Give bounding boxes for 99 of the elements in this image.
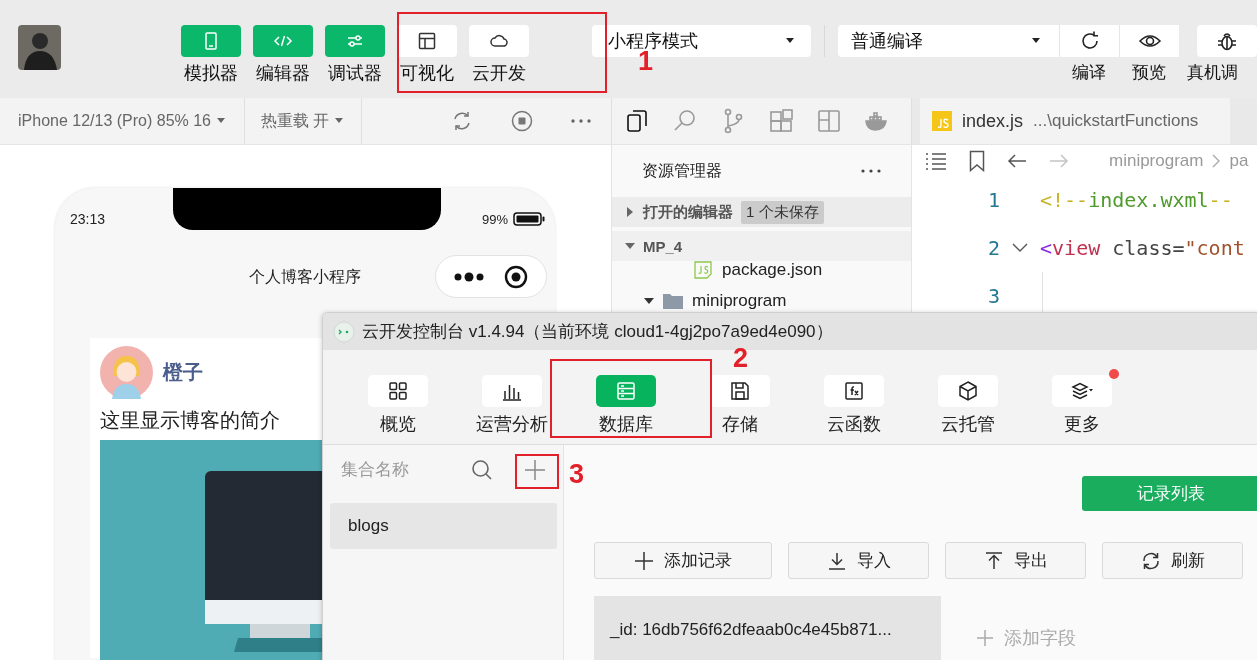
console-tab[interactable]: [710, 375, 770, 407]
toolbar-label: 可视化: [400, 62, 455, 85]
view-toggle-button[interactable]: [325, 25, 386, 57]
code-line: <view class="cont: [1040, 236, 1245, 260]
refresh-icon[interactable]: [451, 110, 473, 132]
console-tab[interactable]: [824, 375, 884, 407]
record-action-button[interactable]: 刷新: [1102, 542, 1243, 579]
upload-icon: [983, 550, 1004, 571]
toolbar-label: 编辑器: [256, 62, 311, 85]
search-icon[interactable]: [471, 459, 493, 481]
layers-icon: [1071, 380, 1093, 402]
fold-chevron-icon[interactable]: [1012, 243, 1028, 253]
bookmark-icon[interactable]: [969, 149, 985, 172]
more-icon[interactable]: [861, 169, 881, 173]
toolbar-label: 调试器: [328, 62, 383, 85]
layout-icon: [417, 31, 438, 51]
js-file-icon: [692, 260, 714, 280]
caret-icon: [334, 118, 345, 124]
device-selector[interactable]: iPhone 12/13 (Pro) 85% 16: [18, 112, 226, 130]
user-avatar[interactable]: [18, 25, 62, 70]
collection-item[interactable]: blogs: [330, 503, 557, 549]
toolbar-button[interactable]: [1197, 25, 1257, 57]
console-tab[interactable]: [1052, 375, 1112, 407]
tab-label: 更多: [1064, 413, 1100, 436]
console-tab[interactable]: [938, 375, 998, 407]
folder-item[interactable]: miniprogram: [692, 291, 787, 311]
function-icon: [843, 380, 865, 402]
caret-icon: [216, 118, 226, 124]
window-title: 云开发控制台 v1.4.94（当前环境 cloud1-4gj2po7a9ed4e090）: [362, 321, 833, 343]
battery-percent: 99%: [481, 211, 508, 227]
js-file-icon: [932, 111, 952, 131]
code-line: <!--index.wxml--: [1040, 188, 1233, 212]
panel-title: 资源管理器: [642, 160, 722, 181]
record-action-button[interactable]: 添加记录: [594, 542, 772, 579]
annotation-box: [515, 454, 559, 489]
tab-label: 云托管: [941, 413, 995, 436]
toolbar-button[interactable]: [1119, 25, 1179, 57]
compile-dropdown[interactable]: 普通编译: [838, 25, 1059, 57]
capsule-menu[interactable]: [435, 255, 547, 298]
refresh-icon: [1140, 550, 1161, 571]
view-toggle-button[interactable]: [181, 25, 242, 57]
section-header[interactable]: MP_4: [612, 231, 911, 261]
grid-icon: [387, 380, 409, 402]
annotation-number: 3: [569, 459, 585, 489]
tab-label: 云函数: [827, 413, 881, 436]
tab-label: 概览: [380, 413, 416, 436]
view-toggle-button[interactable]: [469, 25, 530, 57]
database-icon: [615, 380, 637, 402]
file-item[interactable]: package.json: [722, 260, 823, 280]
blog-intro: 这里显示博客的简介: [100, 408, 281, 433]
toolbar-label: 预览: [1132, 62, 1166, 84]
record-action-button[interactable]: 导入: [788, 542, 929, 579]
record-id-cell[interactable]: _id: 16db756f62dfeaab0c4e45b871...: [594, 596, 941, 660]
console-tab[interactable]: [482, 375, 542, 407]
line-number: 2: [986, 236, 1000, 260]
hot-reload-selector[interactable]: 热重载 开: [261, 110, 345, 132]
record-action-button[interactable]: 导出: [945, 542, 1086, 579]
plus-icon: [976, 629, 994, 647]
view-toggle-button[interactable]: [397, 25, 458, 57]
line-number: 1: [986, 188, 1000, 212]
line-number: 3: [986, 284, 1000, 308]
tab-label: 存储: [722, 413, 758, 436]
battery-icon: [513, 212, 545, 226]
download-icon: [826, 550, 847, 571]
page-title: 个人博客小程序: [249, 267, 361, 287]
section-label: MP_4: [643, 237, 683, 255]
tab-label: 运营分析: [476, 413, 548, 436]
outline-list-icon[interactable]: [925, 151, 947, 170]
caret-icon: [1031, 38, 1041, 44]
more-icon[interactable]: [454, 271, 484, 282]
view-toggle-button[interactable]: [253, 25, 314, 57]
status-time: 23:13: [70, 211, 106, 227]
caret-icon: [785, 38, 796, 44]
app-logo-icon: [333, 320, 355, 343]
plus-icon: [524, 459, 546, 481]
chevron-icon: [1211, 152, 1222, 169]
toolbar-label: 云开发: [472, 62, 527, 85]
unsaved-badge: 1 个未保存: [741, 200, 824, 224]
toolbar-label: 编译: [1072, 62, 1106, 84]
toolbar-button[interactable]: [1059, 25, 1119, 57]
section-header[interactable]: 打开的编辑器 1 个未保存: [612, 197, 911, 227]
author-name: 橙子: [163, 360, 203, 385]
plus-icon: [634, 550, 654, 571]
console-tab[interactable]: [368, 375, 428, 407]
toolbar-label: 模拟器: [184, 62, 239, 85]
section-label: 打开的编辑器: [643, 202, 733, 222]
close-target-icon[interactable]: [504, 264, 528, 289]
author-avatar: [100, 346, 153, 399]
floppy-disk-icon: [729, 380, 751, 402]
folder-icon: [662, 292, 684, 310]
stop-icon[interactable]: [511, 110, 533, 132]
cube-icon: [957, 380, 979, 402]
collection-search-field[interactable]: 集合名称: [341, 460, 471, 480]
files-icon[interactable]: [624, 108, 650, 134]
toolbar-label: 真机调: [1187, 62, 1238, 84]
back-arrow-icon[interactable]: [1007, 152, 1027, 169]
annotation-number: 2: [733, 343, 749, 373]
editor-tab[interactable]: index.js ...\quickstartFunctions: [920, 98, 1230, 144]
tab-label: 数据库: [599, 413, 653, 436]
